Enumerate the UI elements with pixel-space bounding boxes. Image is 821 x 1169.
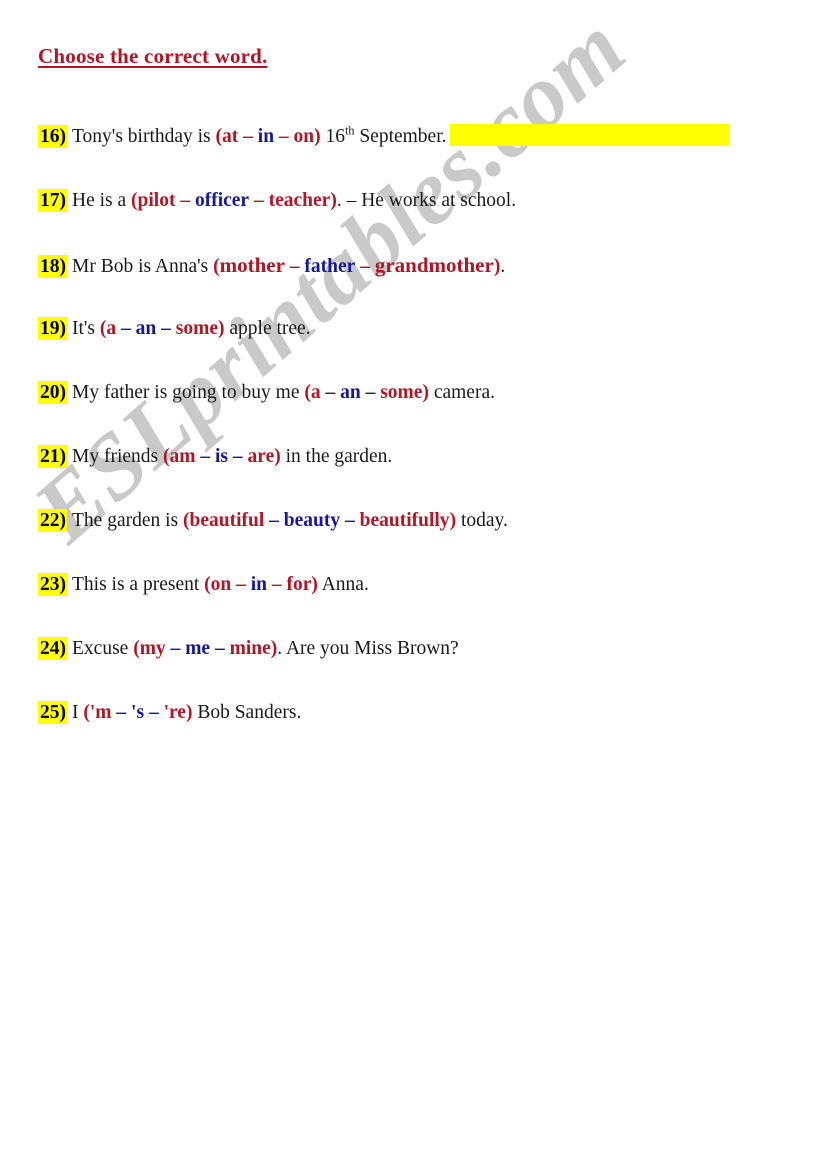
question-row: 20) My father is going to buy me (a – an … bbox=[38, 379, 798, 443]
option-2[interactable]: is bbox=[215, 446, 228, 467]
question-tail-pre: 16 bbox=[320, 126, 346, 147]
option-1[interactable]: beautiful bbox=[190, 510, 265, 531]
worksheet-page: ESLprintables.com Choose the correct wor… bbox=[0, 0, 821, 1169]
question-stem: It's bbox=[72, 318, 100, 339]
question-tail: Bob Sanders. bbox=[192, 702, 302, 723]
question-row: 19) It's (a – an – some) apple tree. bbox=[38, 315, 798, 379]
question-row: 25) I ('m – 's – 're) Bob Sanders. bbox=[38, 699, 798, 763]
option-2[interactable]: me bbox=[185, 638, 210, 659]
question-tail: . bbox=[500, 256, 506, 277]
option-separator: – bbox=[365, 382, 376, 403]
question-tail: Anna. bbox=[317, 574, 369, 595]
option-3[interactable]: grandmother bbox=[375, 253, 494, 277]
option-separator: – bbox=[345, 510, 355, 531]
option-separator: – bbox=[289, 256, 300, 277]
question-stem: Mr Bob is Anna's bbox=[72, 256, 214, 277]
option-separator: – bbox=[271, 574, 282, 595]
option-3[interactable]: for bbox=[287, 574, 312, 595]
option-2[interactable]: an bbox=[136, 318, 157, 339]
question-number: 20) bbox=[38, 381, 67, 404]
option-3[interactable]: teacher bbox=[269, 190, 331, 211]
option-1[interactable]: at bbox=[222, 126, 238, 147]
option-2[interactable]: in bbox=[251, 574, 267, 595]
option-separator: – bbox=[253, 190, 264, 211]
option-3[interactable]: some bbox=[176, 318, 218, 339]
question-stem: Tony's birthday is bbox=[72, 126, 216, 147]
question-row: 21) My friends (am – is – are) in the gar… bbox=[38, 443, 798, 507]
option-1[interactable]: am bbox=[170, 446, 196, 467]
question-stem: My father is going to buy me bbox=[72, 382, 305, 403]
option-separator: – bbox=[243, 126, 253, 147]
option-3[interactable]: 're bbox=[164, 702, 186, 723]
option-separator: – bbox=[360, 256, 370, 277]
question-tail: apple tree. bbox=[224, 318, 311, 339]
question-stem: I bbox=[72, 702, 84, 723]
question-row: 22) The garden is (beautiful – beauty – b… bbox=[38, 507, 798, 571]
option-separator: – bbox=[116, 702, 127, 723]
question-tail: September. bbox=[354, 126, 447, 147]
option-separator: – bbox=[121, 318, 131, 339]
option-2[interactable]: an bbox=[340, 382, 361, 403]
answer-highlight-bar[interactable] bbox=[449, 124, 729, 146]
option-3[interactable]: some bbox=[380, 382, 422, 403]
option-separator: – bbox=[161, 318, 171, 339]
question-stem: Excuse bbox=[72, 638, 134, 659]
option-1[interactable]: mother bbox=[220, 253, 285, 277]
question-stem: The garden is bbox=[72, 510, 184, 531]
option-2[interactable]: father bbox=[304, 256, 355, 277]
question-number: 24) bbox=[38, 637, 67, 660]
option-separator: – bbox=[180, 190, 191, 211]
question-number: 19) bbox=[38, 317, 67, 340]
question-number: 25) bbox=[38, 701, 67, 724]
option-1[interactable]: a bbox=[106, 318, 116, 339]
option-separator: – bbox=[170, 638, 181, 659]
option-separator: – bbox=[200, 446, 211, 467]
question-number: 18) bbox=[38, 255, 67, 278]
option-3[interactable]: are bbox=[248, 446, 275, 467]
question-number: 23) bbox=[38, 573, 67, 596]
question-tail: today. bbox=[456, 510, 508, 531]
option-2[interactable]: 's bbox=[131, 702, 144, 723]
question-row: 17) He is a (pilot – officer – teacher). … bbox=[38, 187, 798, 251]
question-tail: camera. bbox=[428, 382, 495, 403]
option-1[interactable]: on bbox=[211, 574, 232, 595]
question-number: 21) bbox=[38, 445, 67, 468]
question-row: 18) Mr Bob is Anna's (mother – father – g… bbox=[38, 251, 798, 315]
option-2[interactable]: officer bbox=[195, 190, 249, 211]
option-separator: – bbox=[236, 574, 246, 595]
page-title: Choose the correct word. bbox=[38, 44, 268, 68]
question-row: 24) Excuse (my – me – mine). Are you Miss… bbox=[38, 635, 798, 699]
option-3[interactable]: beautifully bbox=[360, 510, 450, 531]
option-1[interactable]: a bbox=[311, 382, 321, 403]
option-separator: – bbox=[278, 126, 289, 147]
option-3[interactable]: on bbox=[294, 126, 315, 147]
question-stem: My friends bbox=[72, 446, 163, 467]
option-separator: – bbox=[325, 382, 336, 403]
question-list: 16) Tony's birthday is (at – in – on) 16t… bbox=[38, 123, 798, 763]
option-2[interactable]: in bbox=[258, 126, 274, 147]
option-separator: – bbox=[148, 702, 159, 723]
question-row: 16) Tony's birthday is (at – in – on) 16t… bbox=[38, 123, 798, 187]
option-separator: – bbox=[269, 510, 279, 531]
question-stem: This is a present bbox=[72, 574, 205, 595]
question-tail: . – He works at school. bbox=[336, 190, 517, 211]
option-1[interactable]: my bbox=[140, 638, 166, 659]
question-stem: He is a bbox=[72, 190, 132, 211]
option-3[interactable]: mine bbox=[230, 638, 271, 659]
option-2[interactable]: beauty bbox=[284, 510, 340, 531]
option-separator: – bbox=[232, 446, 243, 467]
option-1[interactable]: pilot bbox=[138, 190, 176, 211]
question-number: 17) bbox=[38, 189, 67, 212]
question-number: 16) bbox=[38, 125, 67, 148]
question-tail: in the garden. bbox=[280, 446, 393, 467]
question-number: 22) bbox=[38, 509, 67, 532]
option-1[interactable]: 'm bbox=[90, 702, 112, 723]
question-tail: . Are you Miss Brown? bbox=[277, 638, 459, 659]
question-row: 23) This is a present (on – in – for) Ann… bbox=[38, 571, 798, 635]
option-separator: – bbox=[214, 638, 225, 659]
